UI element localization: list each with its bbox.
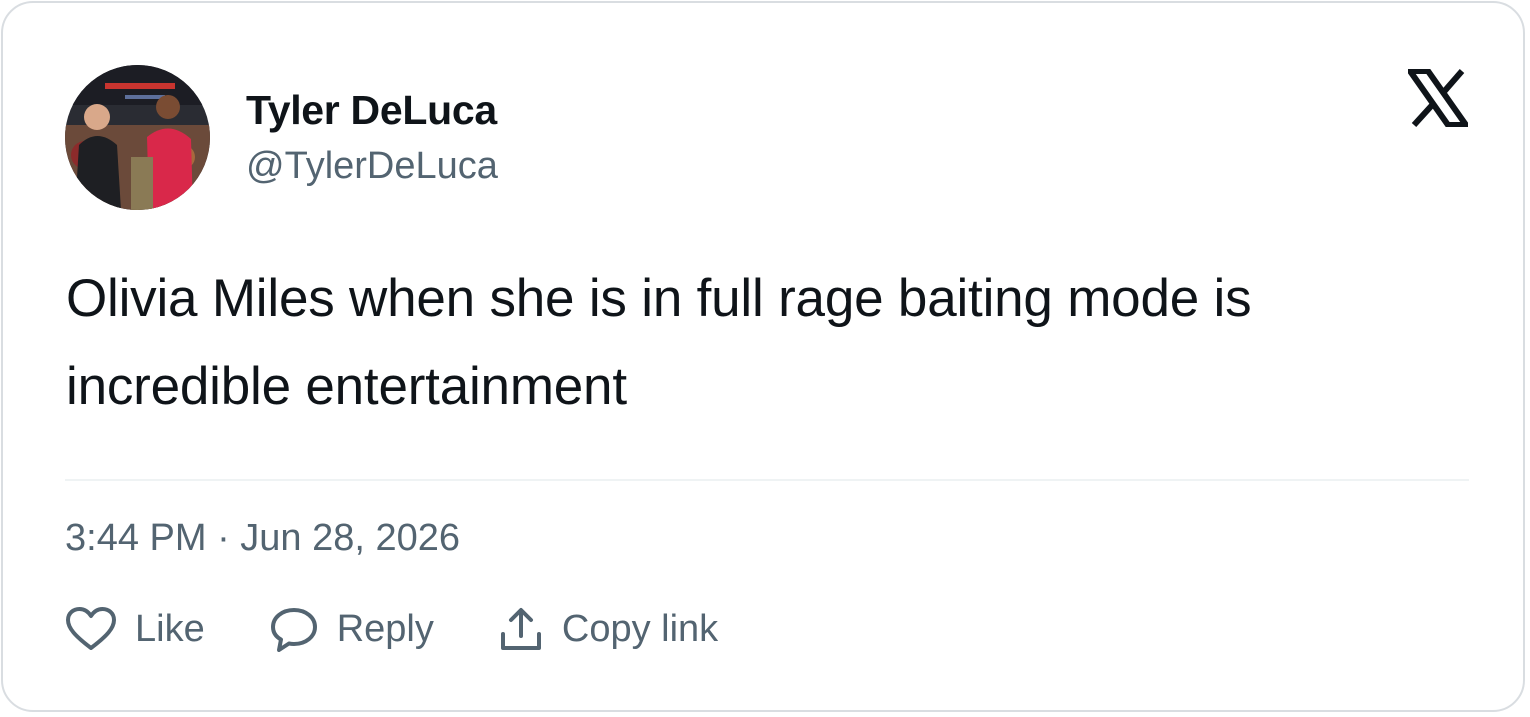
author-handle[interactable]: @TylerDeLuca bbox=[246, 145, 498, 188]
reply-button[interactable]: Reply bbox=[269, 606, 434, 652]
like-button[interactable]: Like bbox=[65, 606, 205, 652]
share-upload-icon bbox=[498, 606, 544, 652]
reply-label: Reply bbox=[336, 607, 434, 650]
avatar[interactable] bbox=[65, 65, 210, 210]
x-logo-icon[interactable] bbox=[1404, 68, 1472, 128]
heart-icon bbox=[65, 606, 117, 652]
divider bbox=[65, 479, 1469, 481]
speech-bubble-icon bbox=[269, 606, 319, 652]
author-name[interactable]: Tyler DeLuca bbox=[246, 87, 497, 134]
tweet-card: Tyler DeLuca @TylerDeLuca Olivia Miles w… bbox=[1, 1, 1525, 712]
tweet-timestamp[interactable]: 3:44 PM · Jun 28, 2026 bbox=[65, 517, 460, 560]
copy-link-button[interactable]: Copy link bbox=[498, 606, 718, 652]
avatar-photo bbox=[65, 65, 210, 210]
like-label: Like bbox=[135, 607, 205, 650]
copy-link-label: Copy link bbox=[561, 607, 719, 650]
action-bar: Like Reply Copy link bbox=[65, 603, 718, 655]
tweet-text: Olivia Miles when she is in full rage ba… bbox=[66, 269, 1252, 416]
